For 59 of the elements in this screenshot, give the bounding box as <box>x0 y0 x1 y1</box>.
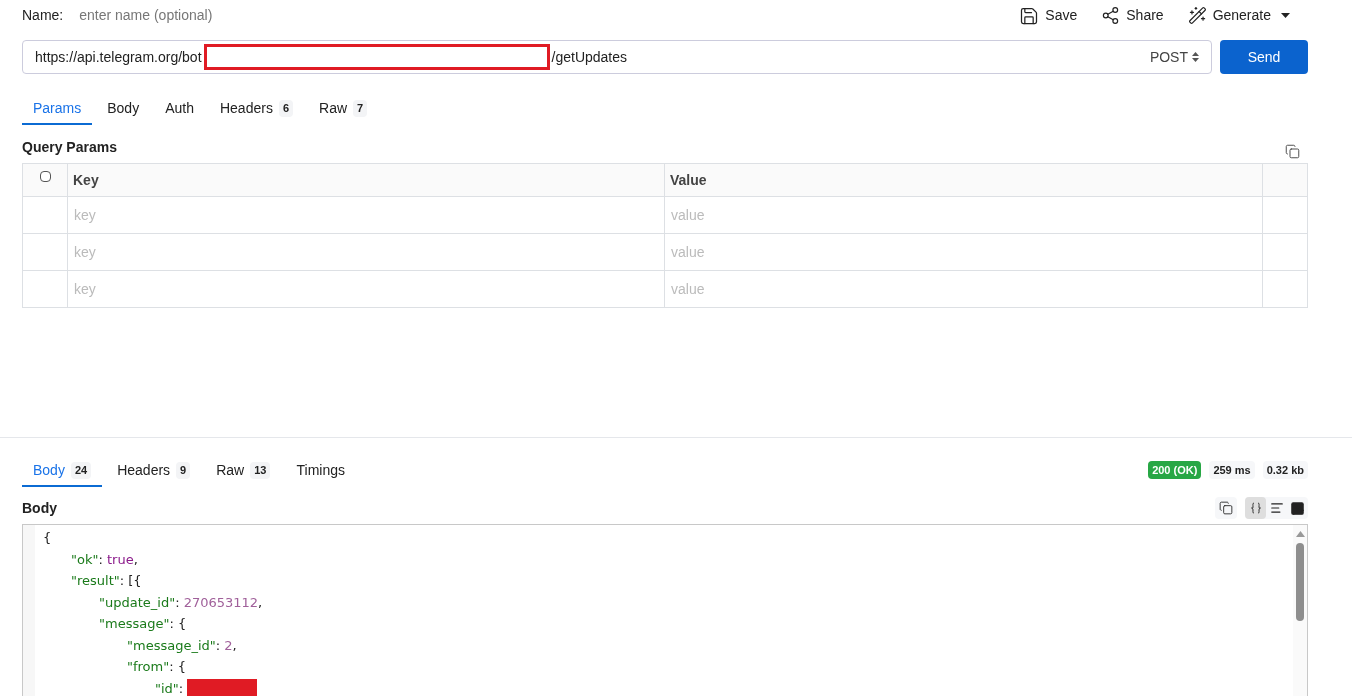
tab-count: 9 <box>176 462 191 479</box>
tab-count: 7 <box>353 100 368 117</box>
code-line: "from": { <box>127 658 186 676</box>
url-field[interactable]: https://api.telegram.org/bot /getUpdates POST <box>22 40 1212 74</box>
status-badge: 200 (OK) <box>1148 460 1202 479</box>
save-button[interactable]: Save <box>1019 5 1078 26</box>
tab[interactable]: Timings <box>285 456 356 487</box>
braces-icon <box>1249 502 1262 514</box>
code-line: { <box>43 529 52 547</box>
url-text: https://api.telegram.org/bot <box>35 47 202 67</box>
scroll-up-icon[interactable] <box>1295 531 1305 537</box>
share-button[interactable]: Share <box>1101 5 1164 26</box>
tab[interactable]: Raw 13 <box>205 456 282 487</box>
key-field[interactable]: key <box>68 271 665 307</box>
save-icon <box>1019 5 1040 26</box>
wand-icon <box>1187 6 1207 25</box>
tab[interactable]: Headers 9 <box>106 456 202 487</box>
code-line: "message_id": 2, <box>127 636 237 655</box>
section-title: Body <box>22 498 57 518</box>
tab[interactable]: Body <box>96 94 151 125</box>
time-badge: 259 ms <box>1209 460 1255 479</box>
scrollbar-thumb[interactable] <box>1296 543 1304 621</box>
tab-count: 24 <box>70 462 92 479</box>
code-line: "message": { <box>99 615 187 633</box>
value-field[interactable]: value <box>665 234 1263 270</box>
tab[interactable]: Auth <box>154 94 205 125</box>
tab-count: 13 <box>250 462 271 479</box>
tab[interactable]: Headers 6 <box>208 94 304 125</box>
size-badge: 0.32 kb <box>1262 460 1308 479</box>
json-view-button[interactable] <box>1245 497 1266 519</box>
generate-button[interactable]: Generate <box>1187 5 1290 26</box>
send-button[interactable]: Send <box>1220 40 1308 74</box>
caret-icon <box>1281 13 1290 18</box>
copy-button[interactable] <box>1215 497 1237 519</box>
value-field[interactable]: value <box>665 271 1263 307</box>
section-title: Query Params <box>22 138 117 157</box>
code-line: "ok": true, <box>71 550 138 569</box>
tab[interactable]: Raw 7 <box>308 94 379 125</box>
sort-icon <box>1192 52 1199 62</box>
redaction-box <box>187 679 258 696</box>
column-header: Value <box>670 170 707 190</box>
code-line: "update_id": 270653112, <box>99 593 263 612</box>
value-field[interactable]: value <box>665 197 1263 233</box>
code-line: "id": <box>155 677 258 696</box>
column-header: Key <box>73 170 99 190</box>
code-line: "result": [{ <box>71 572 142 590</box>
copy-icon[interactable] <box>1285 144 1300 159</box>
name-label: Name: <box>22 6 64 25</box>
checkbox[interactable] <box>39 170 51 182</box>
name-field[interactable]: enter name (optional) <box>79 5 480 26</box>
share-icon <box>1101 6 1121 25</box>
text-icon <box>1269 501 1284 515</box>
tab[interactable]: Body 24 <box>22 456 103 487</box>
url-text: /getUpdates <box>551 47 628 67</box>
key-field[interactable]: key <box>68 197 665 233</box>
tab-count: 6 <box>278 100 293 117</box>
method-select[interactable]: POST <box>1149 46 1199 68</box>
key-field[interactable]: key <box>68 234 665 270</box>
tab[interactable]: Params <box>22 94 93 125</box>
